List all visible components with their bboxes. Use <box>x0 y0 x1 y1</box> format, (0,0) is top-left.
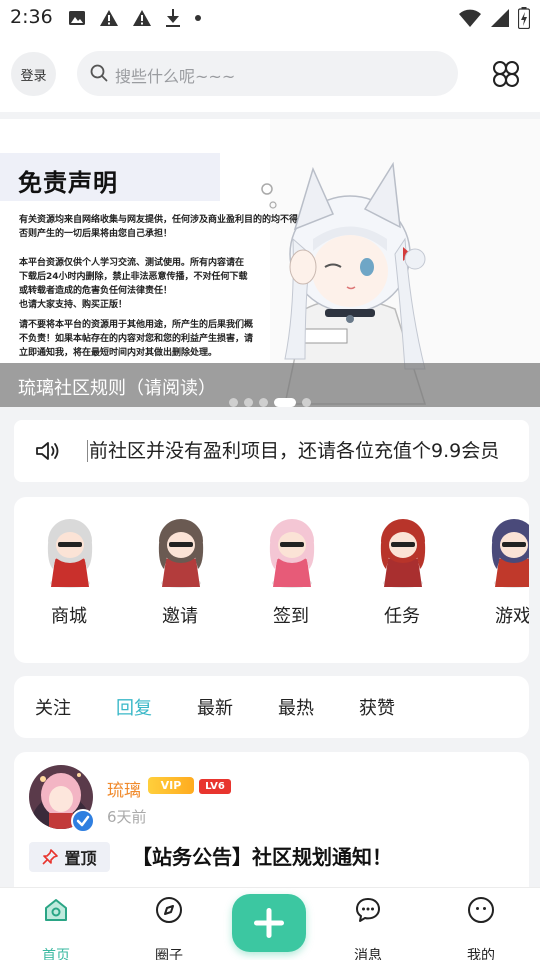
disclaimer-line: 不负责！如果本帖存在的内容对您和您的利益产生损害，请 <box>19 334 254 344</box>
nav-circle[interactable]: 圈子 <box>129 896 209 960</box>
chibi-avatar-icon <box>158 519 204 588</box>
status-right-icons <box>458 7 530 29</box>
verified-badge-icon <box>71 809 95 833</box>
search-placeholder: 搜些什么呢~~~ <box>115 67 236 86</box>
notice-text: 前社区并没有盈利项目，还请各位充值个9.9会员 <box>89 440 500 462</box>
tab-1[interactable]: 回复 <box>116 694 152 720</box>
pin-icon <box>42 849 59 865</box>
quick-menu-item[interactable]: 签到 <box>246 513 336 633</box>
carousel-dot[interactable] <box>302 398 311 407</box>
disclaimer-line: 下载后24小时内删除，禁止非法恶意传播，不对任何下载 <box>19 272 248 282</box>
chibi-avatar-icon <box>491 519 529 588</box>
compass-icon <box>156 897 182 923</box>
tab-4[interactable]: 获赞 <box>359 694 395 720</box>
quick-menu-label: 商城 <box>51 606 87 627</box>
message-icon <box>356 898 380 922</box>
nav-messages[interactable]: 消息 <box>328 896 408 960</box>
nav-profile[interactable]: 我的 <box>441 896 521 960</box>
quick-menu-label: 任务 <box>384 606 420 627</box>
banner-pagination <box>229 398 311 407</box>
disclaimer-line: 也请大家支持、购买正版！ <box>19 300 128 310</box>
warning-icon <box>133 10 151 26</box>
quick-menu: 商城 邀请 签到 任务 游戏 <box>14 497 529 663</box>
download-icon <box>166 9 180 27</box>
status-time: 2:36 <box>10 6 53 28</box>
banner-title: 免责声明 <box>18 169 118 197</box>
chibi-avatar-icon <box>269 519 315 588</box>
disclaimer-line: 立即通知我，将在最短时间内对其做出删除处理。 <box>19 348 218 358</box>
notice-divider <box>87 440 88 462</box>
warning-icon <box>100 10 118 26</box>
plus-icon <box>254 908 284 938</box>
post-time: 6天前 <box>107 808 147 826</box>
status-left-icons <box>68 8 202 28</box>
pinned-label: 置顶 <box>64 849 97 868</box>
image-icon <box>69 11 85 25</box>
quick-menu-item[interactable]: 任务 <box>357 513 447 633</box>
signal-icon <box>491 9 509 27</box>
nav-home-label: 首页 <box>42 948 70 960</box>
grid-icon[interactable] <box>490 58 522 90</box>
carousel-dot[interactable] <box>259 398 268 407</box>
disclaimer-line: 否则产生的一切后果将由您自己承担！ <box>19 229 173 239</box>
feed-tabs: 关注 回复 最新 最热 获赞 <box>14 676 529 738</box>
top-header: 登录 搜些什么呢~~~ <box>0 36 540 112</box>
announcement-bar[interactable]: 前社区并没有盈利项目，还请各位充值个9.9会员 <box>14 420 529 482</box>
create-post-button[interactable] <box>232 894 306 952</box>
speaker-icon <box>36 442 59 460</box>
quick-menu-label: 游戏 <box>495 606 529 627</box>
tab-0[interactable]: 关注 <box>35 694 71 720</box>
banner-carousel[interactable]: 免责声明 有关资源均来自网络收集与网友提供，任何涉及商业盈利目的的均不得使用，否… <box>0 119 540 407</box>
author-name[interactable]: 琉璃 <box>107 776 141 801</box>
chibi-avatar-icon <box>47 519 93 588</box>
vip-badge: VIP <box>148 777 194 794</box>
search-bar[interactable]: 搜些什么呢~~~ <box>77 51 458 96</box>
quick-menu-label: 邀请 <box>162 606 198 627</box>
home-icon <box>45 899 67 921</box>
bottom-navigation: 首页 圈子 消息 我的 <box>0 887 540 960</box>
tab-3[interactable]: 最热 <box>278 694 314 720</box>
post-title[interactable]: 【站务公告】社区规划通知！ <box>132 841 392 870</box>
pinned-tag: 置顶 <box>29 842 110 872</box>
quick-menu-item[interactable]: 商城 <box>24 513 114 633</box>
level-badge: LV6 <box>199 779 231 794</box>
chibi-avatar-icon <box>380 519 426 588</box>
wifi-icon <box>459 9 481 27</box>
search-icon <box>90 64 108 82</box>
status-bar: 2:36 <box>0 0 540 36</box>
carousel-dot[interactable] <box>229 398 238 407</box>
disclaimer-line: 请不要将本平台的资源用于其他用途，所产生的后果我们概 <box>19 320 254 330</box>
disclaimer-line: 本平台资源仅供个人学习交流、测试使用。所有内容请在 <box>19 258 245 268</box>
tab-2[interactable]: 最新 <box>197 694 233 720</box>
login-button[interactable]: 登录 <box>11 52 56 96</box>
quick-menu-item[interactable]: 游戏 <box>468 513 529 633</box>
carousel-dot[interactable] <box>274 398 296 407</box>
nav-home[interactable]: 首页 <box>16 896 96 960</box>
battery-icon <box>518 7 530 29</box>
profile-icon <box>468 897 494 923</box>
quick-menu-label: 签到 <box>273 606 309 627</box>
nav-profile-label: 我的 <box>467 948 495 960</box>
carousel-dot[interactable] <box>244 398 253 407</box>
disclaimer-line: 或转载者造成的危害负任何法律责任！ <box>19 286 173 296</box>
dot-icon <box>195 15 201 21</box>
quick-menu-item[interactable]: 邀请 <box>135 513 225 633</box>
nav-circle-label: 圈子 <box>155 948 183 960</box>
nav-messages-label: 消息 <box>354 948 382 960</box>
banner-caption: 琉璃社区规则（请阅读） <box>18 378 216 399</box>
